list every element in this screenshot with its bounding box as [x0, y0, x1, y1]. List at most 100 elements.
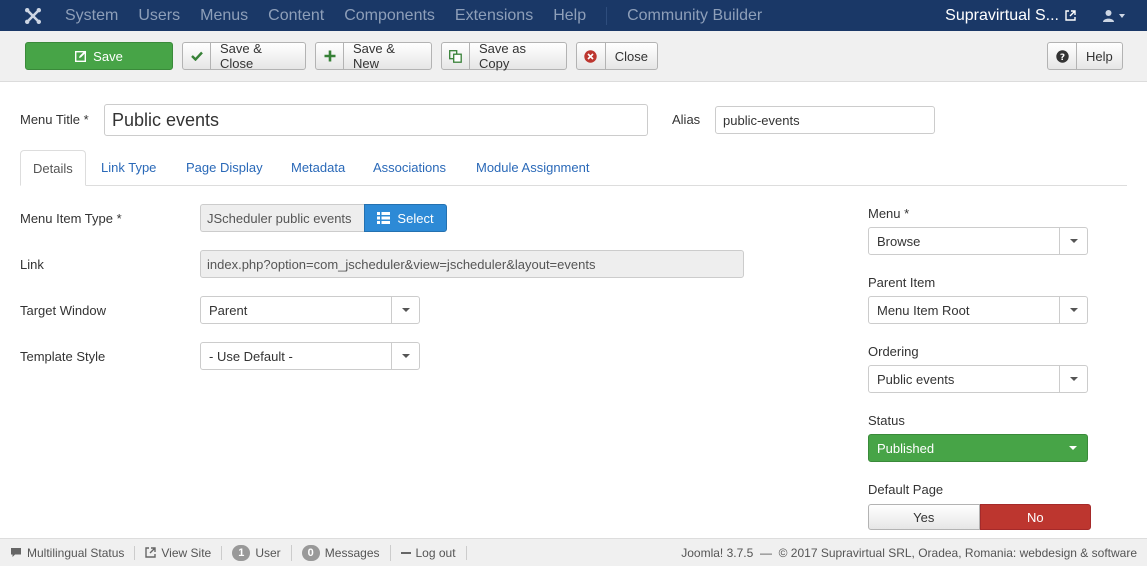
site-name: Supravirtual S...: [945, 6, 1059, 24]
nav-help[interactable]: Help: [553, 0, 586, 31]
menu-select[interactable]: Browse: [868, 227, 1088, 255]
status-label: Status: [868, 413, 905, 428]
default-no-button[interactable]: No: [979, 504, 1091, 530]
nav-menus[interactable]: Menus: [200, 0, 248, 31]
template-style-label: Template Style: [20, 349, 106, 364]
svg-text:?: ?: [1059, 53, 1064, 63]
minus-icon: [400, 551, 411, 554]
chevron-down-icon: [391, 297, 419, 323]
menu-label: Menu *: [868, 206, 910, 221]
target-window-select[interactable]: Parent: [200, 296, 420, 324]
list-icon: [377, 212, 391, 224]
chevron-down-icon: [1059, 297, 1087, 323]
nav-divider: [606, 6, 608, 25]
user-count-badge: 1: [232, 544, 251, 561]
view-site-link[interactable]: View Site: [135, 545, 223, 560]
default-yes-button[interactable]: Yes: [868, 504, 980, 530]
parent-item-value: Menu Item Root: [877, 302, 970, 318]
help-button[interactable]: ? Help: [1047, 42, 1123, 70]
template-style-select[interactable]: - Use Default -: [200, 342, 420, 370]
user-label: User: [255, 545, 281, 560]
footer-copyright: Joomla! 3.7.5 — © 2017 Supravirtual SRL,…: [681, 546, 1137, 560]
ordering-value: Public events: [877, 371, 955, 387]
tab-associations[interactable]: Associations: [373, 150, 446, 186]
menu-title-input[interactable]: Public events: [104, 104, 648, 136]
close-label: Close: [614, 48, 648, 64]
tab-metadata[interactable]: Metadata: [291, 150, 345, 186]
parent-item-select[interactable]: Menu Item Root: [868, 296, 1088, 324]
view-site-label: View Site: [161, 545, 212, 560]
link-label: Link: [20, 257, 44, 272]
chevron-down-icon: [1059, 366, 1087, 392]
comment-icon: [11, 548, 21, 557]
nav-system[interactable]: System: [65, 0, 118, 31]
target-window-label: Target Window: [20, 303, 106, 318]
close-button[interactable]: Close: [576, 42, 658, 70]
multilingual-label: Multilingual Status: [27, 545, 125, 560]
chevron-down-icon: [391, 343, 419, 369]
external-link-icon: [1065, 10, 1076, 21]
tab-page-display[interactable]: Page Display: [186, 150, 263, 186]
target-window-value: Parent: [209, 302, 248, 318]
cancel-icon: [577, 43, 606, 69]
copy-icon: [442, 43, 470, 69]
tab-details[interactable]: Details: [20, 150, 86, 186]
parent-item-label: Parent Item: [868, 275, 936, 290]
save-new-label: Save & New: [353, 41, 395, 71]
logout-label: Log out: [415, 545, 456, 560]
tab-bar: Details Link Type Page Display Metadata …: [20, 150, 1127, 186]
site-link[interactable]: Supravirtual S...: [945, 7, 1076, 25]
tab-link-type[interactable]: Link Type: [101, 150, 156, 186]
alias-label: Alias: [672, 112, 701, 127]
nav-community-builder[interactable]: Community Builder: [627, 0, 762, 31]
multilingual-status-link[interactable]: Multilingual Status: [0, 545, 136, 560]
users-link[interactable]: 1 User: [222, 544, 292, 561]
save-copy-button[interactable]: Save as Copy: [441, 41, 567, 71]
user-menu[interactable]: [1102, 9, 1125, 22]
status-value: Published: [877, 440, 935, 456]
plus-icon: [316, 43, 344, 69]
menu-value: Browse: [877, 233, 921, 249]
toolbar: Save Save & Close Save & New Save as Cop…: [0, 31, 1147, 82]
default-page-toggle: Yes No: [868, 504, 1091, 530]
messages-label: Messages: [324, 545, 380, 560]
save-button[interactable]: Save: [25, 42, 173, 70]
tab-module-assignment[interactable]: Module Assignment: [476, 150, 589, 186]
check-icon: [183, 43, 212, 69]
nav-content[interactable]: Content: [268, 0, 324, 31]
save-close-label: Save & Close: [220, 41, 262, 71]
menu-item-type-label: Menu Item Type *: [20, 211, 122, 226]
messages-link[interactable]: 0 Messages: [292, 544, 391, 561]
alias-input[interactable]: public-events: [715, 106, 935, 134]
save-label: Save: [93, 48, 123, 64]
edit-icon: [75, 43, 87, 69]
nav-components[interactable]: Components: [344, 0, 435, 31]
chevron-down-icon: [1059, 435, 1087, 461]
save-copy-label: Save as Copy: [478, 41, 526, 71]
default-page-label: Default Page: [868, 482, 944, 497]
logout-link[interactable]: Log out: [391, 545, 467, 560]
chevron-down-icon: [1059, 228, 1087, 254]
nav-users[interactable]: Users: [138, 0, 180, 31]
menu-item-type-value: JScheduler public events: [200, 204, 364, 232]
nav-extensions[interactable]: Extensions: [455, 0, 533, 31]
save-new-button[interactable]: Save & New: [315, 41, 432, 71]
messages-count-badge: 0: [301, 544, 320, 561]
menu-title-label: Menu Title *: [20, 112, 89, 127]
link-field: index.php?option=com_jscheduler&view=jsc…: [200, 250, 744, 278]
help-label: Help: [1086, 48, 1113, 64]
user-icon: [1103, 10, 1114, 22]
save-close-button[interactable]: Save & Close: [182, 41, 306, 71]
ordering-label: Ordering: [868, 344, 919, 359]
status-bar: Multilingual Status View Site 1 User 0 M…: [0, 538, 1147, 566]
status-select[interactable]: Published: [868, 434, 1088, 462]
question-icon: ?: [1048, 43, 1077, 69]
top-navbar: System Users Menus Content Components Ex…: [0, 0, 1147, 31]
joomla-logo-icon[interactable]: [0, 0, 65, 31]
ordering-select[interactable]: Public events: [868, 365, 1088, 393]
select-label: Select: [397, 210, 434, 226]
select-type-button[interactable]: Select: [364, 204, 447, 232]
caret-down-icon: [1119, 13, 1125, 18]
template-style-value: - Use Default -: [209, 348, 293, 364]
external-link-icon: [145, 547, 157, 558]
